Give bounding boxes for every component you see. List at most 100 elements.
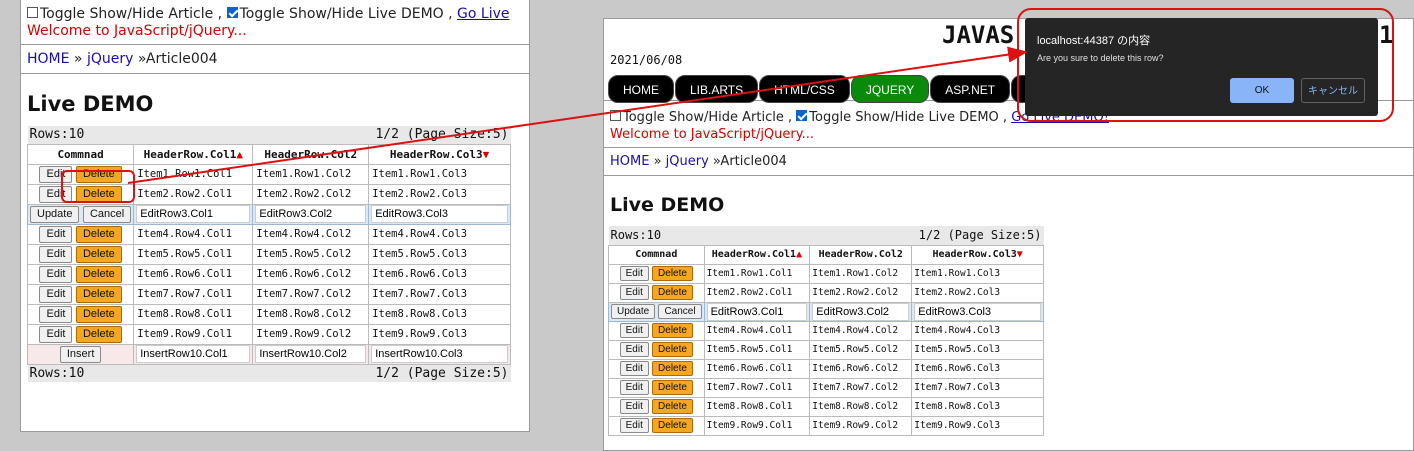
edit-input-col3[interactable]: [371, 205, 508, 223]
header-command: Commnad: [26, 143, 135, 165]
edit-input-col1[interactable]: [706, 302, 808, 321]
delete-button[interactable]: Delete: [652, 361, 693, 376]
toggle-article-checkbox[interactable]: [27, 7, 38, 18]
edit-button[interactable]: Edit: [619, 380, 649, 395]
edit-row: Update Cancel: [26, 203, 511, 225]
table-cell: Item9.Row9.Col3: [911, 415, 1044, 436]
pager-bottom: Rows:10 1/2 (Page Size:5): [27, 364, 511, 382]
edit-button[interactable]: Edit: [619, 418, 649, 433]
table-cell: Item2.Row2.Col1: [703, 282, 811, 303]
table-cell: Item4.Row4.Col2: [252, 223, 370, 245]
update-button[interactable]: Update: [611, 304, 656, 319]
table-cell: Item6.Row6.Col3: [911, 358, 1044, 379]
edit-button[interactable]: Edit: [619, 399, 649, 414]
sort-desc-icon: ▼: [1016, 249, 1023, 260]
breadcrumb-home[interactable]: HOME: [27, 51, 69, 67]
table-row: Edit Delete Item4.Row4.Col1 Item4.Row4.Col…: [26, 223, 511, 245]
header-col1-label: HeaderRow.Col1: [143, 147, 237, 161]
toggle-demo-checkbox[interactable]: [226, 7, 238, 18]
table-row: Edit Delete Item2.Row2.Col1 Item2.Row2.Col…: [608, 282, 1044, 303]
table-cell: Item1.Row1.Col2: [252, 163, 370, 185]
edit-button[interactable]: Edit: [39, 325, 73, 343]
pager-page-info: 1/2 (Page Size:5): [368, 126, 511, 144]
edit-cell: [368, 203, 511, 225]
edit-input-col1[interactable]: [136, 205, 251, 223]
sort-asc-icon: ▲: [796, 249, 803, 260]
breadcrumb-jquery[interactable]: jQuery: [666, 154, 709, 169]
delete-button[interactable]: Delete: [75, 265, 122, 283]
table-cell: Item9.Row9.Col2: [252, 323, 370, 345]
nav-lib-arts[interactable]: LIB.ARTS: [675, 75, 759, 103]
table-cell: Item7.Row7.Col2: [252, 283, 370, 305]
table-cell: Item8.Row8.Col2: [809, 396, 913, 417]
breadcrumb-current: Article004: [720, 154, 787, 169]
nav-html-css[interactable]: HTML/CSS: [759, 75, 850, 103]
cancel-button[interactable]: Cancel: [82, 205, 132, 223]
insert-button[interactable]: Insert: [59, 345, 102, 363]
cancel-button[interactable]: Cancel: [658, 304, 702, 319]
header-col3[interactable]: HeaderRow.Col3▼: [911, 244, 1044, 265]
insert-input-col3[interactable]: [371, 345, 508, 363]
delete-button[interactable]: Delete: [652, 399, 693, 414]
table-cell: Item1.Row1.Col3: [368, 163, 511, 185]
delete-button[interactable]: Delete: [652, 323, 693, 338]
edit-button[interactable]: Edit: [39, 265, 73, 283]
edit-button[interactable]: Edit: [619, 361, 649, 376]
edit-button[interactable]: Edit: [39, 305, 73, 323]
edit-button[interactable]: Edit: [619, 266, 649, 281]
breadcrumb-separator: »: [69, 51, 87, 67]
edit-button[interactable]: Edit: [619, 323, 649, 338]
nav-jquery[interactable]: JQUERY: [850, 75, 930, 103]
delete-button[interactable]: Delete: [652, 380, 693, 395]
edit-input-col2[interactable]: [255, 205, 367, 223]
header-col2[interactable]: HeaderRow.Col2: [252, 143, 370, 165]
delete-button[interactable]: Delete: [652, 342, 693, 357]
table-cell: Item9.Row9.Col3: [368, 323, 511, 345]
delete-button[interactable]: Delete: [652, 266, 693, 281]
delete-button[interactable]: Delete: [652, 418, 693, 433]
breadcrumb-jquery[interactable]: jQuery: [87, 51, 133, 67]
toggle-article-checkbox[interactable]: [610, 110, 621, 121]
delete-button[interactable]: Delete: [75, 325, 122, 343]
nav-home[interactable]: HOME: [608, 75, 674, 103]
toggle-bar: Toggle Show/Hide Article , Toggle Show/H…: [21, 0, 529, 44]
header-col3[interactable]: HeaderRow.Col3▼: [368, 143, 511, 165]
edit-button[interactable]: Edit: [619, 342, 649, 357]
breadcrumb: HOME » jQuery »Article004: [21, 44, 529, 74]
command-cell: Edit Delete: [26, 243, 135, 265]
header-command: Commnad: [608, 244, 705, 265]
table-cell: Item5.Row5.Col3: [911, 339, 1044, 360]
update-button[interactable]: Update: [30, 205, 80, 223]
go-live-link[interactable]: Go Live: [457, 6, 509, 22]
edit-row: Update Cancel: [608, 301, 1044, 322]
header-col2[interactable]: HeaderRow.Col2: [809, 244, 913, 265]
command-cell: Edit Delete: [608, 377, 705, 398]
delete-button[interactable]: Delete: [75, 305, 122, 323]
edit-button[interactable]: Edit: [39, 285, 73, 303]
table-row: Edit Delete Item1.Row1.Col1 Item1.Row1.Col…: [608, 263, 1044, 284]
header-col1[interactable]: HeaderRow.Col1▲: [703, 244, 811, 265]
pager-top: Rows:10 1/2 (Page Size:5): [27, 126, 511, 144]
edit-button[interactable]: Edit: [39, 245, 73, 263]
edit-cell: [911, 301, 1044, 322]
delete-button[interactable]: Delete: [652, 285, 693, 300]
edit-input-col3[interactable]: [914, 302, 1041, 321]
breadcrumb-separator: »: [133, 51, 146, 67]
delete-button[interactable]: Delete: [75, 245, 122, 263]
grid-body: Edit Delete Item1.Row1.Col1 Item1.Row1.Col…: [608, 263, 1044, 436]
header-col1[interactable]: HeaderRow.Col1▲: [133, 143, 254, 165]
delete-button[interactable]: Delete: [75, 285, 122, 303]
page-title: Live DEMO: [610, 194, 725, 216]
delete-button[interactable]: Delete: [75, 225, 122, 243]
breadcrumb-home[interactable]: HOME: [610, 154, 649, 169]
edit-button[interactable]: Edit: [39, 225, 73, 243]
table-cell: Item2.Row2.Col1: [133, 183, 254, 205]
insert-input-col1[interactable]: [136, 345, 251, 363]
insert-input-col2[interactable]: [255, 345, 367, 363]
edit-input-col2[interactable]: [812, 302, 910, 321]
header-row: Commnad HeaderRow.Col1▲ HeaderRow.Col2 H…: [26, 143, 511, 165]
insert-row: Insert: [26, 343, 511, 365]
toggle-demo-checkbox[interactable]: [796, 110, 808, 121]
edit-button[interactable]: Edit: [619, 285, 649, 300]
nav-asp-net[interactable]: ASP.NET: [930, 75, 1011, 103]
